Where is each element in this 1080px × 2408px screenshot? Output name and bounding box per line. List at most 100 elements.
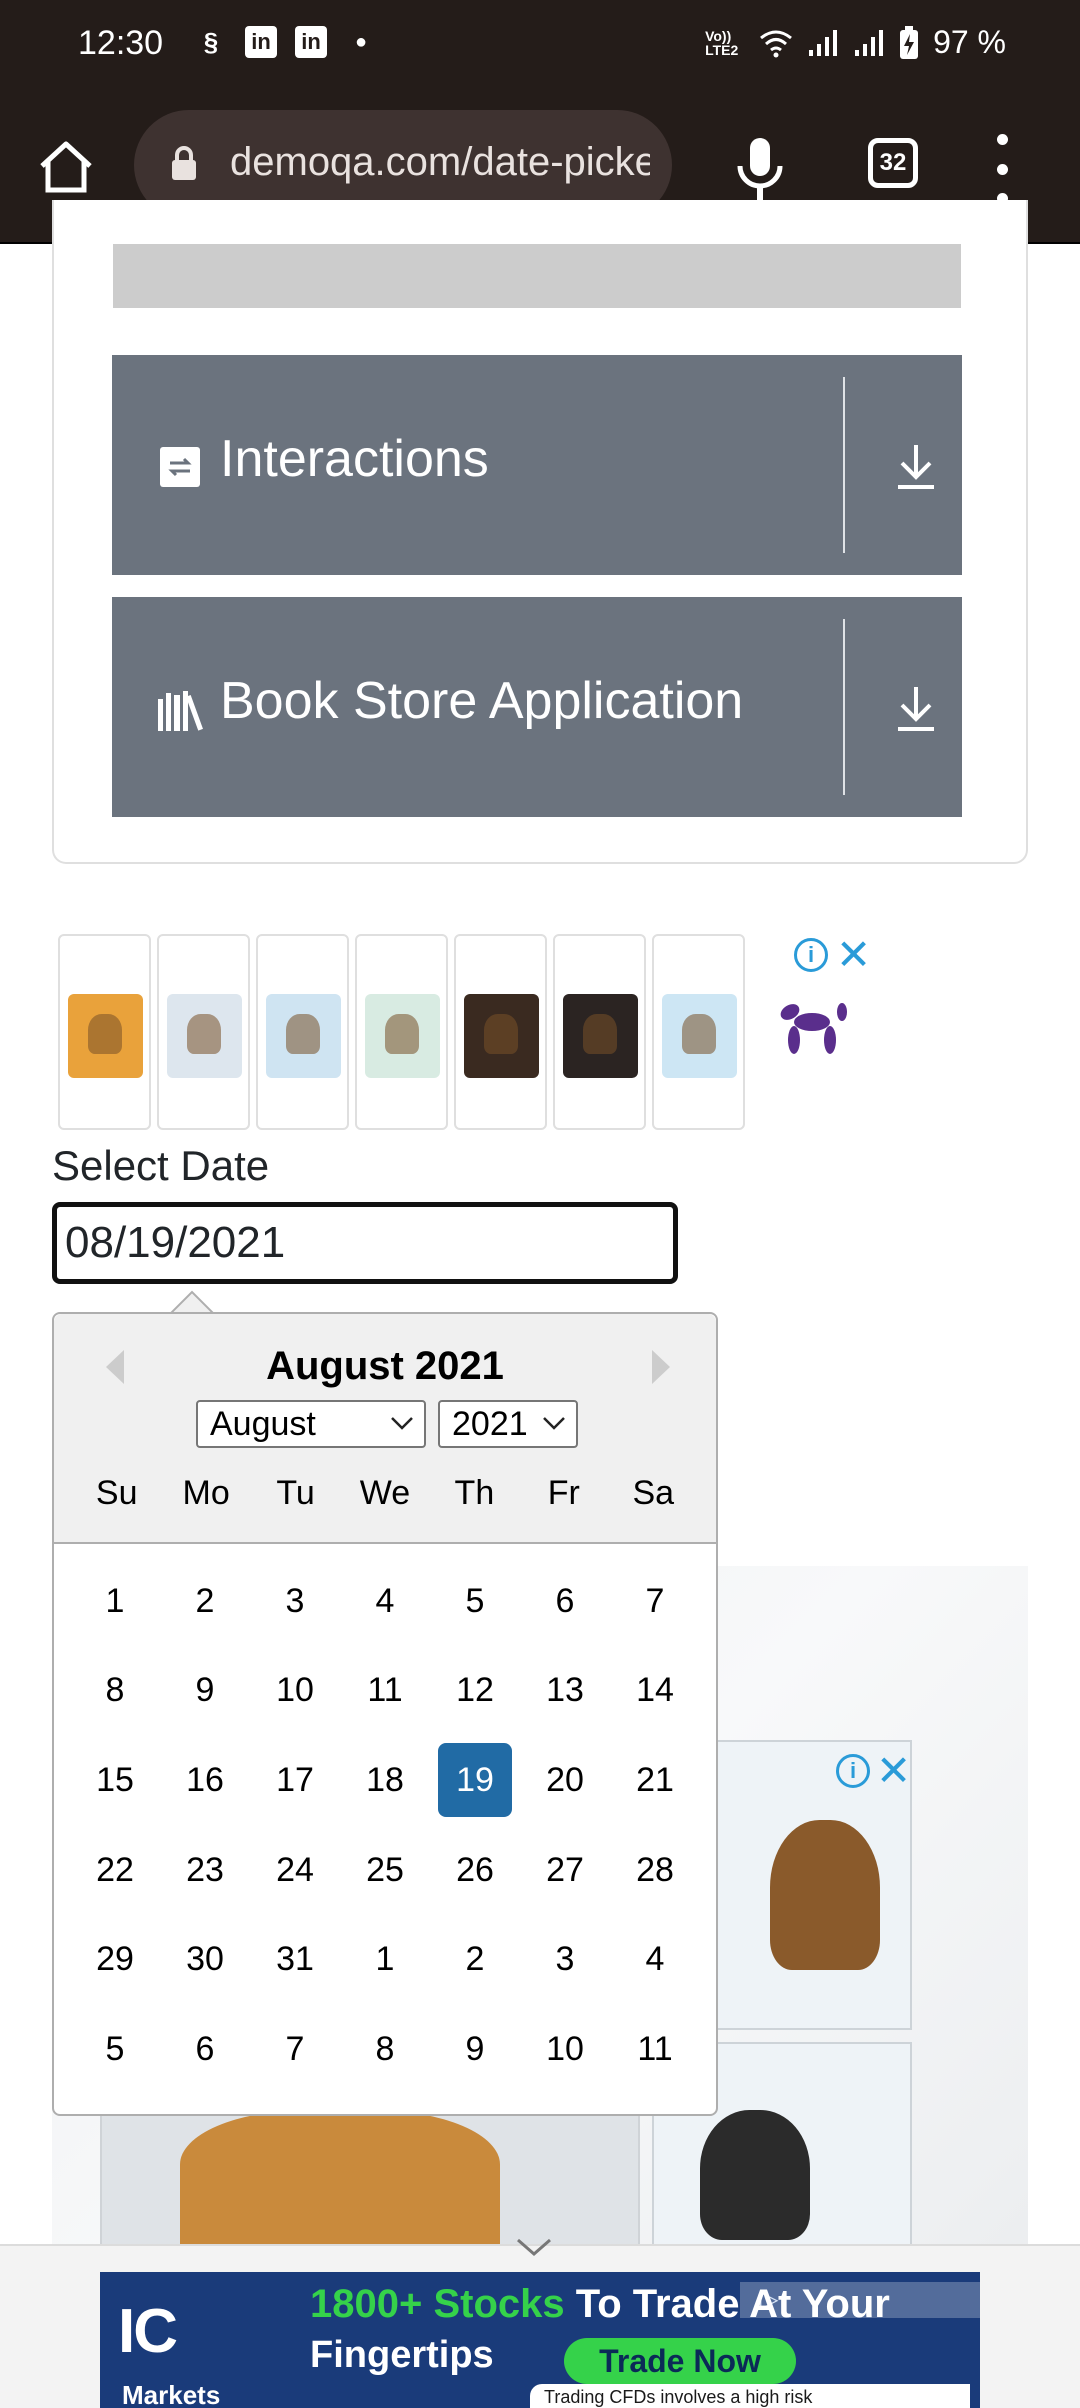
ad-close-icon[interactable]: ✕ [836,930,871,979]
day-cell[interactable]: 22 [78,1833,152,1907]
next-month-icon[interactable] [650,1348,674,1386]
day-cell[interactable]: 8 [78,1653,152,1727]
menu-group-label: Book Store Application [220,672,744,730]
day-cell[interactable]: 12 [438,1653,512,1727]
weekday-label: Th [454,1474,495,1512]
day-grid: 1 2 3 4 5 6 7 8 9 10 11 12 13 14 15 16 17 18 19 20 21 22 23 24 2… [54,1556,716,2094]
datepicker-caret [170,1290,214,1314]
day-cell[interactable]: 31 [258,1922,332,1996]
notification-icons: § in in ● [195,26,377,58]
day-cell[interactable]: 15 [78,1743,152,1817]
day-cell[interactable]: 13 [528,1653,602,1727]
ad-product-thumb[interactable] [355,934,448,1130]
tab-switcher-button[interactable]: 32 [868,138,918,188]
signal-icon [809,29,838,56]
day-cell[interactable]: 17 [258,1743,332,1817]
day-cell[interactable]: 3 [258,1564,332,1638]
day-cell[interactable]: 9 [168,1653,242,1727]
day-cell[interactable]: 5 [438,1564,512,1638]
day-cell[interactable]: 7 [618,1564,692,1638]
ad-info-icon[interactable]: i [836,1754,870,1788]
status-bar: 12:30 § in in ● Vo)) LTE2 97 % [0,0,1080,88]
ad-product-thumb[interactable] [652,934,745,1130]
day-cell[interactable]: 2 [168,1564,242,1638]
day-cell[interactable]: 9 [438,2012,512,2086]
ad-product-thumb[interactable] [553,934,646,1130]
day-cell[interactable]: 16 [168,1743,242,1817]
download-icon[interactable] [892,441,940,493]
weekday-label: Fr [547,1474,580,1512]
ad-product-strip[interactable] [58,934,745,1130]
trade-now-button[interactable]: Trade Now [564,2338,796,2384]
week-row: 5 6 7 8 9 10 11 [70,2004,700,2094]
menu-group-book-store[interactable]: Book Store Application [112,597,962,817]
day-cell[interactable]: 4 [348,1564,422,1638]
day-cell[interactable]: 18 [348,1743,422,1817]
weekday-label: Su [95,1474,138,1512]
day-cell[interactable]: 21 [618,1743,692,1817]
day-cell[interactable]: 10 [528,2012,602,2086]
download-icon[interactable] [892,683,940,735]
day-cell-selected[interactable]: 19 [438,1742,512,1817]
battery-percent: 97 % [933,24,1006,60]
week-row: 29 30 31 1 2 3 4 [70,1914,700,2004]
home-icon[interactable] [30,130,102,202]
overflow-menu-icon[interactable] [990,134,1014,204]
day-cell[interactable]: 1 [348,1922,422,1996]
day-cell[interactable]: 7 [258,2012,332,2086]
divider [843,619,845,795]
date-input[interactable]: 08/19/2021 [52,1202,678,1284]
year-select[interactable]: 2021 [438,1400,578,1448]
ad-close-icon[interactable]: ✕ [876,1746,911,1795]
ad-banner[interactable]: IC Markets ▷ 1800+ Stocks To Trade At Yo… [100,2272,980,2408]
day-cell[interactable]: 28 [618,1833,692,1907]
url-text: demoqa.com/date-picker [230,140,650,184]
day-cell[interactable]: 24 [258,1833,332,1907]
day-cell[interactable]: 30 [168,1922,242,1996]
day-cell[interactable]: 6 [528,1564,602,1638]
ad-product-thumb[interactable] [157,934,250,1130]
day-cell[interactable]: 25 [348,1833,422,1907]
ad-product-thumb[interactable] [454,934,547,1130]
ad-info-icon[interactable]: i [794,938,828,972]
weekday-label: Sa [632,1474,675,1512]
weekday-label: We [359,1474,411,1512]
day-cell[interactable]: 11 [348,1653,422,1727]
day-cell[interactable]: 8 [348,2012,422,2086]
menu-group-interactions[interactable]: Interactions [112,355,962,575]
wifi-icon [760,30,792,57]
day-cell[interactable]: 5 [78,2012,152,2086]
day-cell[interactable]: 23 [168,1833,242,1907]
week-row: 1234567 [70,1556,700,1646]
month-select[interactable]: August [196,1400,426,1448]
day-cell[interactable]: 3 [528,1922,602,1996]
weekday-label: Mo [182,1474,230,1512]
day-cell[interactable]: 29 [78,1922,152,1996]
ad-dog-image [180,2110,500,2246]
day-cell[interactable]: 26 [438,1833,512,1907]
day-cell[interactable]: 2 [438,1922,512,1996]
microphone-icon[interactable] [730,132,790,204]
lock-icon [172,146,196,180]
ad-product-thumb[interactable] [256,934,349,1130]
book-store-icon [158,691,203,731]
day-cell[interactable]: 14 [618,1653,692,1727]
day-cell[interactable]: 10 [258,1653,332,1727]
status-time: 12:30 [78,24,164,62]
day-cell[interactable]: 6 [168,2012,242,2086]
system-icons: Vo)) LTE2 97 % [705,24,1006,61]
day-cell[interactable]: 4 [618,1922,692,1996]
balloon-dog-logo-icon [780,1003,847,1054]
ad-product-thumb[interactable] [58,934,151,1130]
day-cell[interactable]: 27 [528,1833,602,1907]
ic-markets-logo: IC Markets [118,2296,220,2408]
day-cell[interactable]: 11 [618,2012,692,2086]
week-row: 15 16 17 18 19 20 21 [70,1735,700,1825]
dot-icon: ● [354,30,368,53]
day-cell[interactable]: 1 [78,1564,152,1638]
chevron-down-icon[interactable] [514,2236,554,2258]
battery-charging-icon [900,25,919,59]
week-row: 22 23 24 25 26 27 28 [70,1825,700,1915]
day-cell[interactable]: 20 [528,1743,602,1817]
menu-group-label: Interactions [220,430,489,488]
